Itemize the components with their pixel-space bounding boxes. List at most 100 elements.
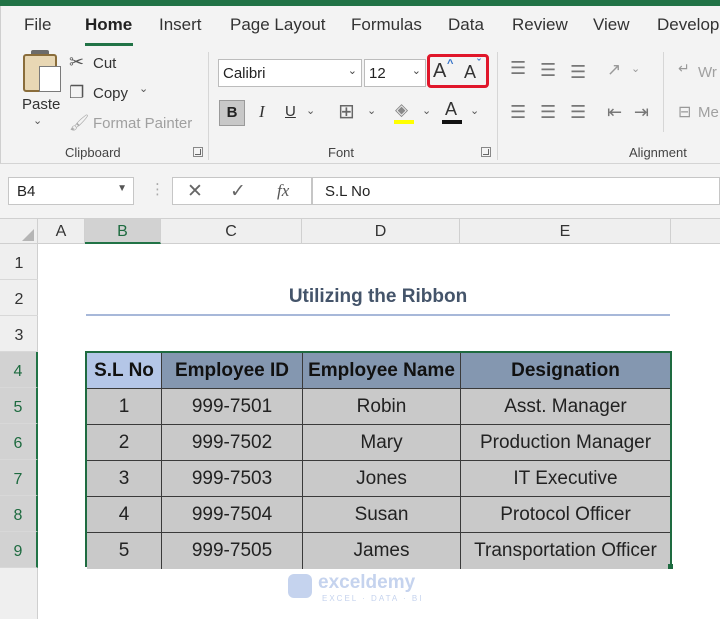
cut-label: Cut bbox=[93, 55, 117, 72]
formula-input[interactable]: S.L No bbox=[312, 177, 720, 205]
font-name-value: Calibri bbox=[223, 65, 266, 82]
table-cell[interactable]: 3 bbox=[87, 461, 162, 497]
row-header-2[interactable]: 2 bbox=[0, 280, 38, 316]
fill-handle[interactable] bbox=[668, 564, 673, 569]
clipboard-launcher-icon[interactable] bbox=[193, 147, 203, 157]
font-size-dropdown[interactable]: 12 ⌄ bbox=[364, 59, 426, 87]
select-all-button[interactable] bbox=[0, 219, 38, 244]
group-divider bbox=[663, 52, 664, 132]
tab-file[interactable]: File bbox=[24, 15, 51, 35]
column-header-b[interactable]: B bbox=[85, 219, 161, 244]
column-header-row: A B C D E bbox=[0, 218, 720, 244]
table-cell[interactable]: 4 bbox=[87, 497, 162, 533]
chevron-down-icon[interactable]: ⌄ bbox=[470, 104, 479, 117]
align-top-icon[interactable]: ☰ bbox=[510, 58, 526, 79]
wrap-text-icon[interactable]: ↵ bbox=[678, 60, 690, 77]
chevron-down-icon[interactable]: ⌄ bbox=[422, 104, 431, 117]
table-cell[interactable]: 999-7505 bbox=[162, 533, 303, 569]
watermark-tagline: EXCEL · DATA · BI bbox=[322, 594, 424, 603]
table-cell[interactable]: Production Manager bbox=[461, 425, 670, 461]
tab-home[interactable]: Home bbox=[85, 15, 132, 35]
sheet-title[interactable]: Utilizing the Ribbon bbox=[86, 286, 670, 316]
chevron-down-icon[interactable]: ⌄ bbox=[306, 104, 315, 117]
table-row: 3 999-7503 Jones IT Executive bbox=[87, 461, 670, 497]
table-cell[interactable]: 999-7501 bbox=[162, 389, 303, 425]
decrease-indent-icon[interactable]: ⇤ bbox=[607, 102, 622, 123]
tab-formulas[interactable]: Formulas bbox=[351, 15, 422, 35]
table-cell[interactable]: Susan bbox=[303, 497, 461, 533]
bold-button[interactable]: B bbox=[219, 100, 245, 126]
table-cell[interactable]: James bbox=[303, 533, 461, 569]
formula-actions: ✕ ✓ fx bbox=[172, 177, 312, 205]
row-header-7[interactable]: 7 bbox=[0, 460, 38, 496]
column-header-a[interactable]: A bbox=[38, 219, 85, 244]
tab-data[interactable]: Data bbox=[448, 15, 484, 35]
fill-color-icon[interactable]: ◈ bbox=[395, 100, 408, 120]
align-right-icon[interactable]: ☰ bbox=[570, 102, 586, 123]
header-cell-employee-id[interactable]: Employee ID bbox=[162, 353, 303, 389]
table-row: 5 999-7505 James Transportation Officer bbox=[87, 533, 670, 569]
row-header-6[interactable]: 6 bbox=[0, 424, 38, 460]
align-left-icon[interactable]: ☰ bbox=[510, 102, 526, 123]
row-header-9[interactable]: 9 bbox=[0, 532, 38, 568]
exceldemy-logo-icon bbox=[288, 574, 312, 598]
cancel-icon[interactable]: ✕ bbox=[187, 180, 203, 203]
header-cell-employee-name[interactable]: Employee Name bbox=[303, 353, 461, 389]
formula-bar: B4 ▼ ⋮ ✕ ✓ fx S.L No bbox=[0, 164, 720, 218]
header-cell-designation[interactable]: Designation bbox=[461, 353, 670, 389]
align-middle-icon[interactable]: ☰ bbox=[540, 60, 556, 81]
table-cell[interactable]: 999-7502 bbox=[162, 425, 303, 461]
table-cell[interactable]: Robin bbox=[303, 389, 461, 425]
table-row: 4 999-7504 Susan Protocol Officer bbox=[87, 497, 670, 533]
tab-developer[interactable]: Develop bbox=[657, 15, 719, 35]
column-header-c[interactable]: C bbox=[161, 219, 302, 244]
italic-button[interactable]: I bbox=[259, 102, 265, 122]
column-header-e[interactable]: E bbox=[460, 219, 671, 244]
clipboard-group-label: Clipboard bbox=[65, 145, 121, 160]
chevron-down-icon[interactable]: ⌄ bbox=[631, 62, 640, 75]
row-header-1[interactable]: 1 bbox=[0, 244, 38, 280]
row-header-8[interactable]: 8 bbox=[0, 496, 38, 532]
table-cell[interactable]: 1 bbox=[87, 389, 162, 425]
font-color-icon[interactable]: A bbox=[445, 99, 457, 120]
name-box[interactable]: B4 ▼ bbox=[8, 177, 134, 205]
tab-review[interactable]: Review bbox=[512, 15, 568, 35]
format-painter-label: Format Painter bbox=[93, 115, 193, 132]
table-cell[interactable]: Asst. Manager bbox=[461, 389, 670, 425]
tab-view[interactable]: View bbox=[593, 15, 630, 35]
merge-center-label[interactable]: Me bbox=[698, 104, 719, 121]
column-header-d[interactable]: D bbox=[302, 219, 460, 244]
orientation-icon[interactable]: ↗ bbox=[607, 60, 621, 80]
merge-center-icon[interactable]: ⊟ bbox=[678, 102, 691, 122]
table-cell[interactable]: 999-7504 bbox=[162, 497, 303, 533]
row-header-4[interactable]: 4 bbox=[0, 352, 38, 388]
enter-check-icon[interactable]: ✓ bbox=[230, 180, 246, 203]
table-cell[interactable]: Mary bbox=[303, 425, 461, 461]
font-color-swatch bbox=[442, 120, 462, 124]
table-cell[interactable]: Protocol Officer bbox=[461, 497, 670, 533]
row-header-3[interactable]: 3 bbox=[0, 316, 38, 352]
underline-button[interactable]: U bbox=[285, 103, 296, 120]
font-launcher-icon[interactable] bbox=[481, 147, 491, 157]
chevron-down-icon[interactable]: ⌄ bbox=[367, 104, 376, 117]
wrap-text-label[interactable]: Wr bbox=[698, 64, 717, 81]
align-center-icon[interactable]: ☰ bbox=[540, 102, 556, 123]
increase-indent-icon[interactable]: ⇥ bbox=[634, 102, 649, 123]
table-cell[interactable]: 5 bbox=[87, 533, 162, 569]
table-cell[interactable]: Transportation Officer bbox=[461, 533, 670, 569]
table-cell[interactable]: 2 bbox=[87, 425, 162, 461]
borders-icon[interactable]: ⊞ bbox=[338, 99, 355, 124]
row-header-5[interactable]: 5 bbox=[0, 388, 38, 424]
header-cell-sl-no[interactable]: S.L No bbox=[87, 353, 162, 389]
insert-function-icon[interactable]: fx bbox=[277, 181, 289, 201]
tab-insert[interactable]: Insert bbox=[159, 15, 202, 35]
tab-page-layout[interactable]: Page Layout bbox=[230, 15, 325, 35]
align-bottom-icon[interactable]: ☰ bbox=[570, 62, 586, 83]
table-cell[interactable]: Jones bbox=[303, 461, 461, 497]
table-cell[interactable]: 999-7503 bbox=[162, 461, 303, 497]
font-name-dropdown[interactable]: Calibri ⌄ bbox=[218, 59, 362, 87]
vertical-dots-icon: ⋮ bbox=[150, 181, 165, 198]
chevron-down-icon: ⌄ bbox=[347, 65, 357, 77]
table-row: 1 999-7501 Robin Asst. Manager bbox=[87, 389, 670, 425]
table-cell[interactable]: IT Executive bbox=[461, 461, 670, 497]
